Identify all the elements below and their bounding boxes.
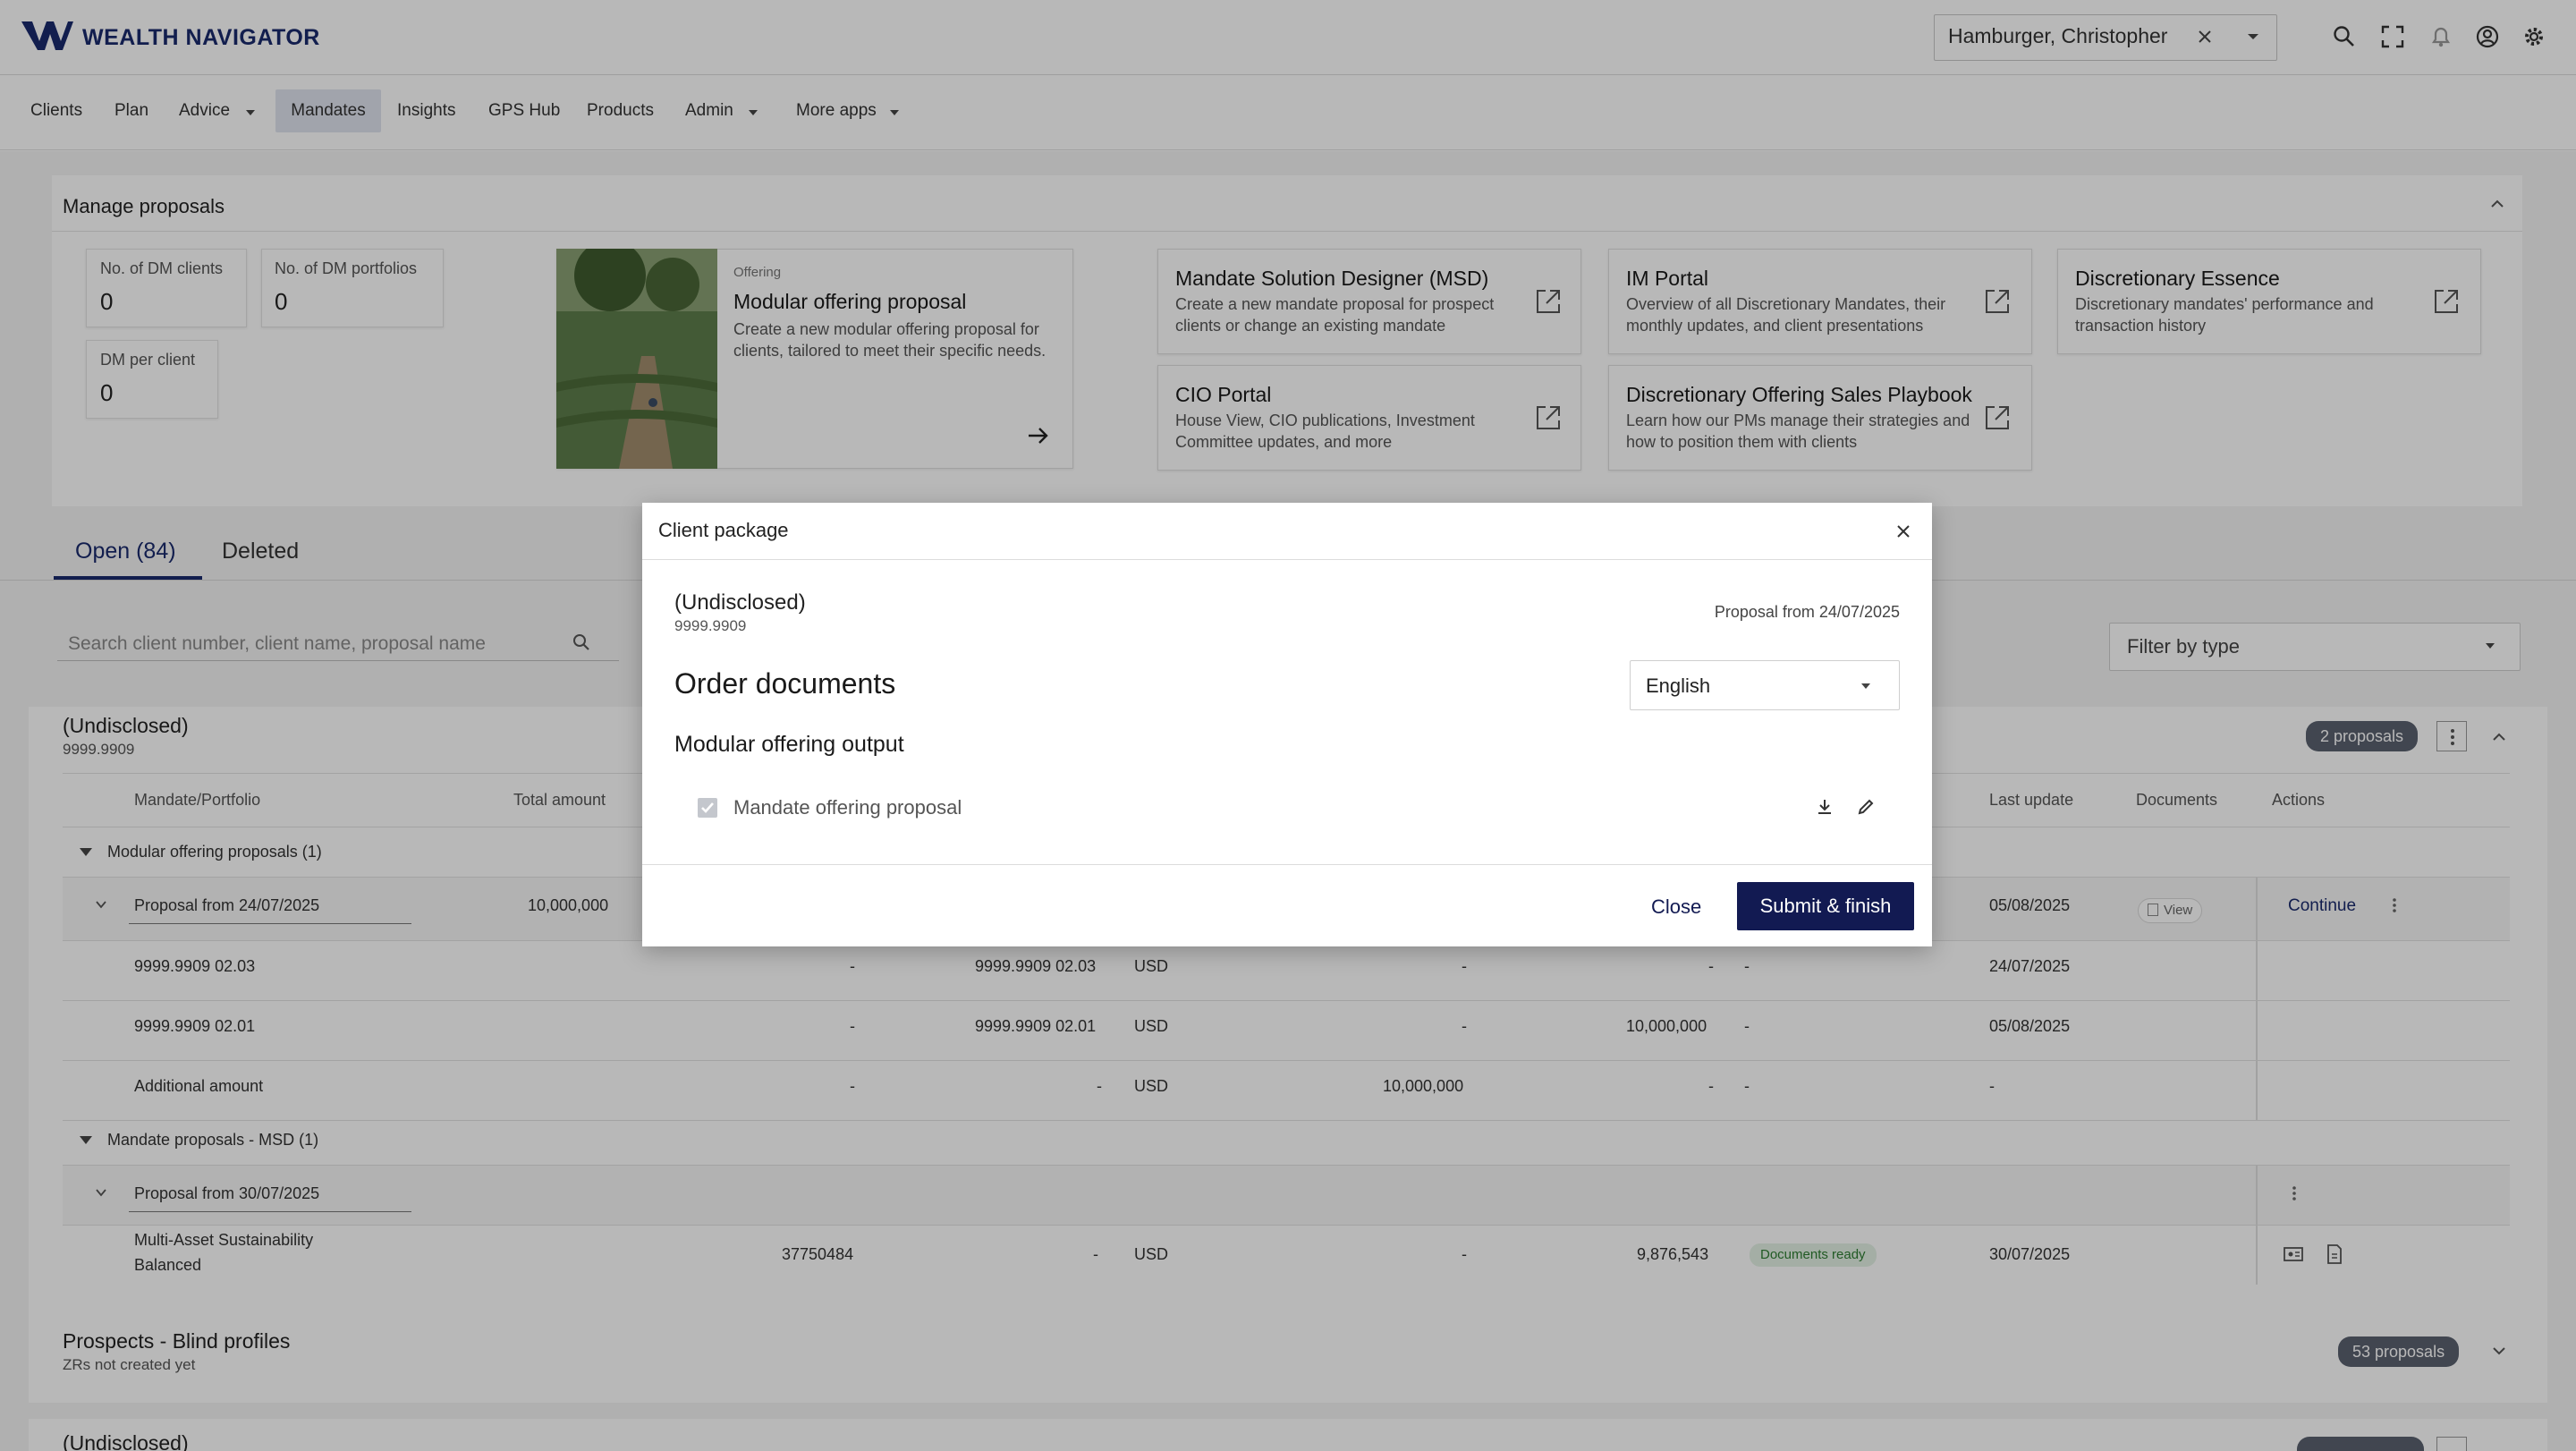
dialog-proposal-date: Proposal from 24/07/2025	[1714, 603, 1900, 621]
language-select-value: English	[1646, 675, 1711, 697]
submit-finish-button[interactable]: Submit & finish	[1737, 882, 1914, 930]
edit-icon[interactable]	[1857, 798, 1875, 816]
document-checkbox[interactable]	[698, 798, 717, 818]
client-package-dialog: Client package (Undisclosed) 9999.9909 P…	[642, 503, 1932, 946]
dialog-client-number: 9999.9909	[674, 617, 747, 634]
chevron-down-icon	[1860, 683, 1871, 690]
modular-output-heading: Modular offering output	[674, 732, 904, 757]
close-button[interactable]: Close	[1651, 891, 1701, 923]
dialog-header	[642, 503, 1932, 560]
close-icon[interactable]	[1896, 524, 1911, 539]
document-label: Mandate offering proposal	[733, 796, 962, 819]
order-documents-heading: Order documents	[674, 667, 896, 700]
dialog-title: Client package	[658, 519, 789, 541]
dialog-footer-divider	[642, 864, 1932, 865]
download-icon[interactable]	[1816, 798, 1834, 816]
dialog-client-name: (Undisclosed)	[674, 590, 806, 615]
